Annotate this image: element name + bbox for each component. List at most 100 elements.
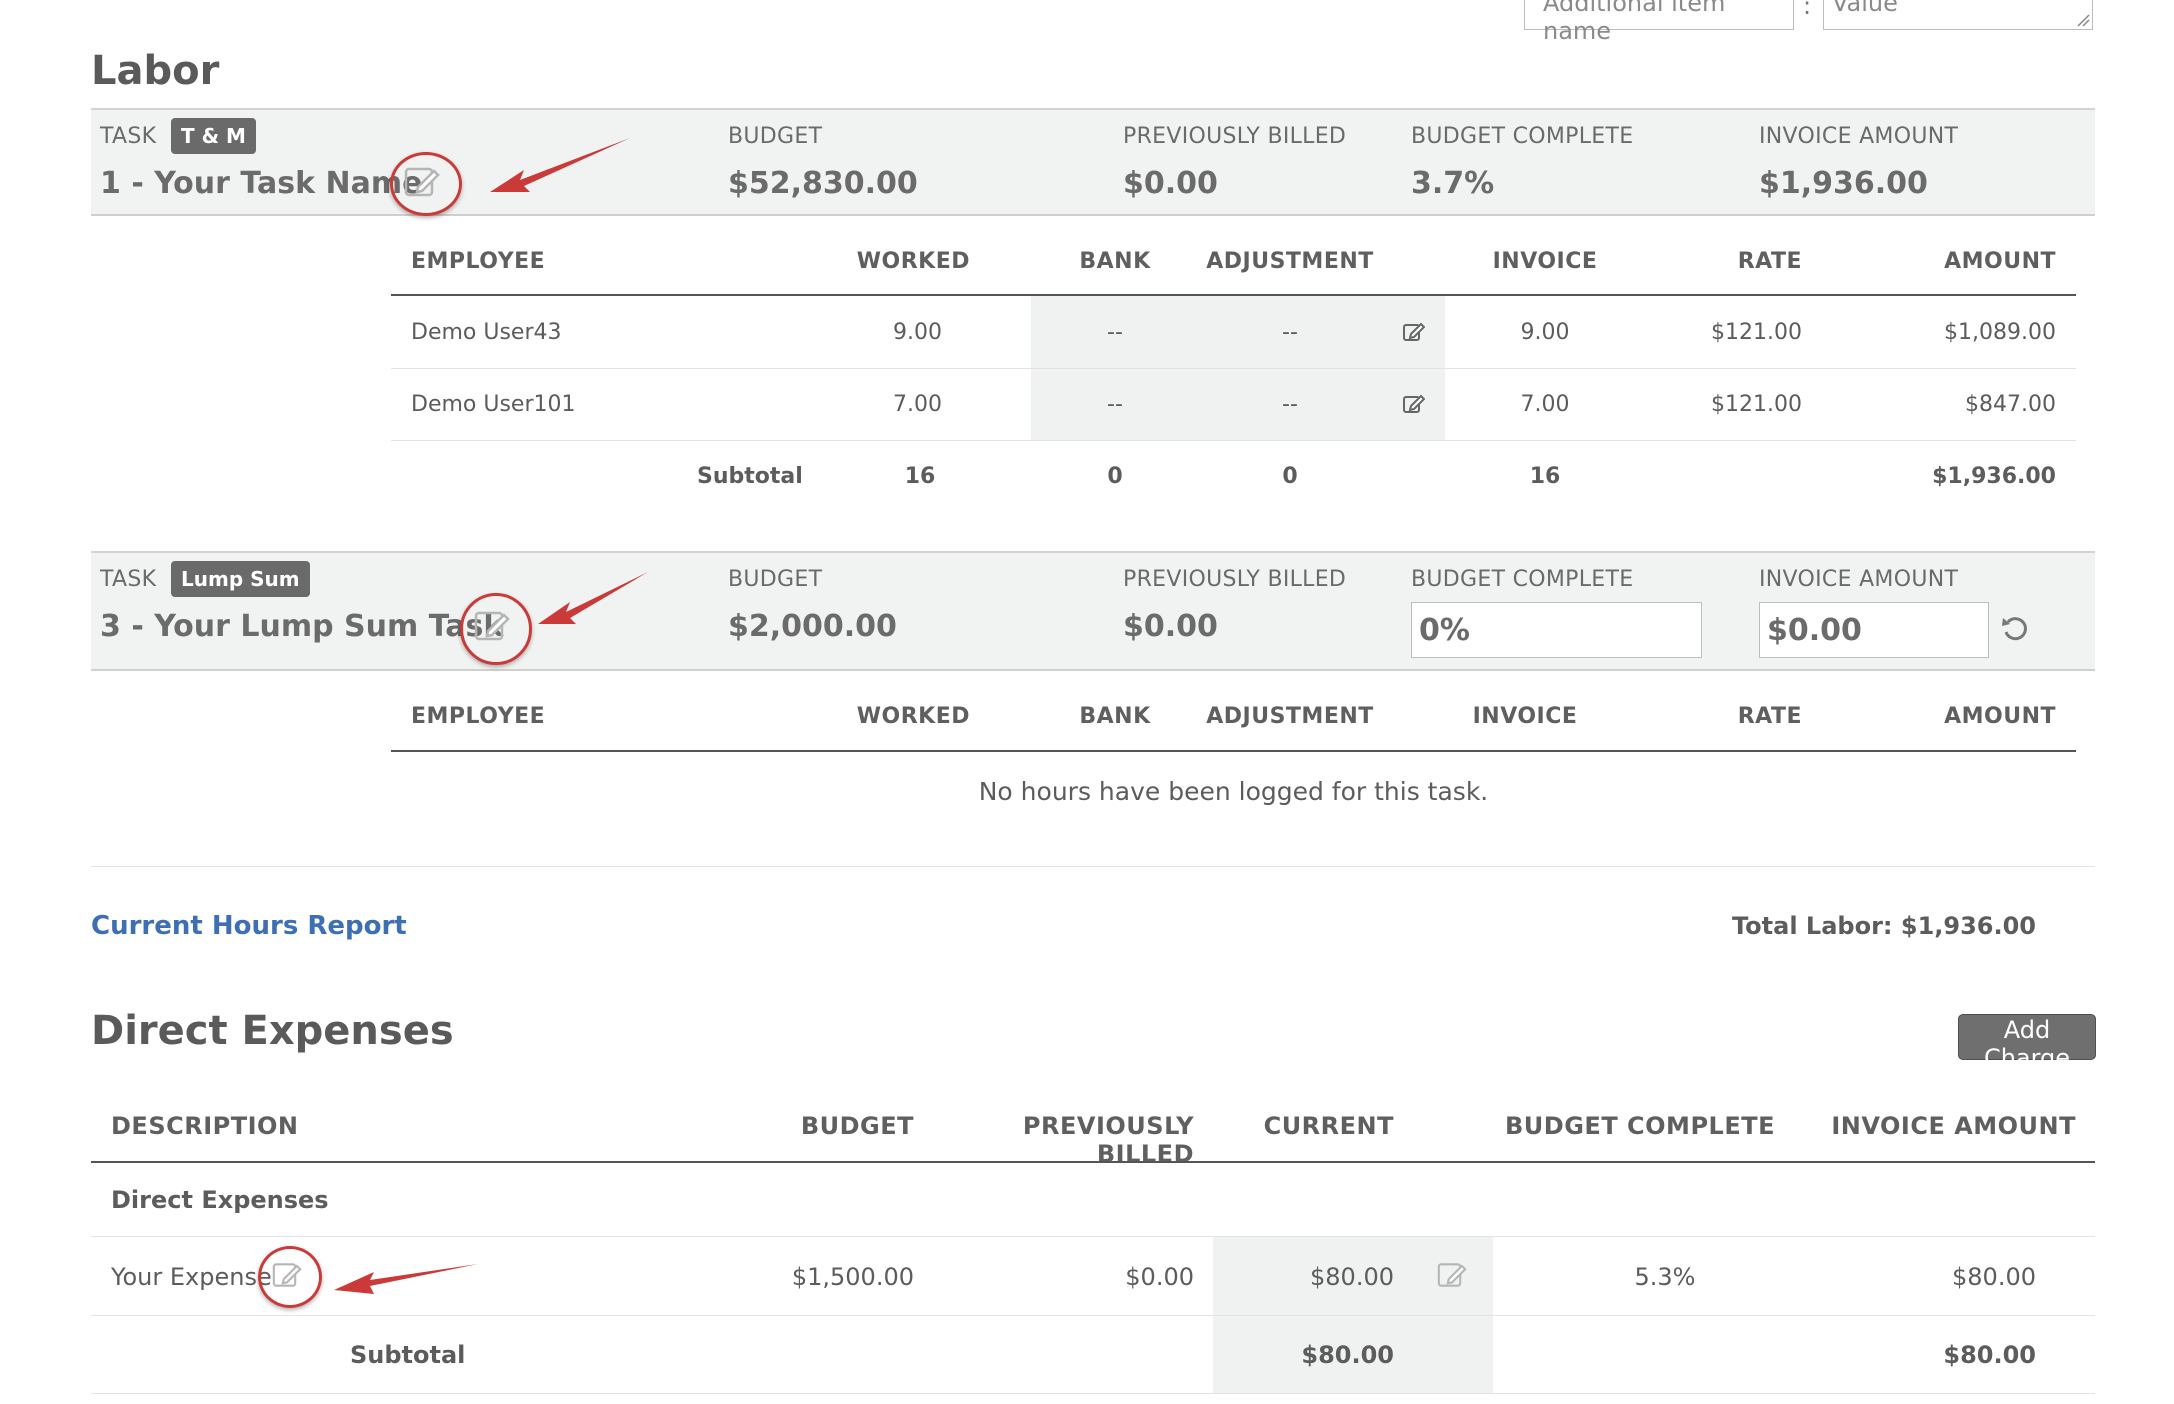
col-rate: RATE	[1737, 249, 1802, 274]
task-label: TASK	[100, 567, 157, 592]
subtotal-label: Subtotal	[697, 464, 803, 489]
previously-billed-label: PREVIOUSLY BILLED	[1123, 567, 1347, 592]
task-type-badge: T & M	[171, 118, 256, 154]
row-amount: $1,089.00	[1944, 320, 2056, 345]
additional-item-value-input[interactable]: Value	[1823, 0, 2093, 30]
expense-subtotal-label: Subtotal	[350, 1341, 466, 1369]
row-divider	[391, 368, 2076, 369]
row-adjustment: --	[1282, 392, 1298, 417]
expense-budget-complete: 5.3%	[1634, 1263, 1696, 1291]
previously-billed-label: PREVIOUSLY BILLED	[1123, 124, 1347, 149]
invoice-amount-value: $0.00	[1767, 613, 1862, 648]
row-rate: $121.00	[1711, 392, 1802, 417]
expense-previously-billed: $0.00	[1125, 1263, 1194, 1291]
row-rate: $121.00	[1711, 320, 1802, 345]
col-worked: WORKED	[856, 704, 970, 729]
col-invoice: INVOICE	[1492, 249, 1598, 274]
row-bank: --	[1107, 392, 1123, 417]
row-worked: 7.00	[893, 392, 942, 417]
col-description: DESCRIPTION	[111, 1112, 299, 1140]
row-divider	[391, 440, 2076, 441]
task-type-badge: Lump Sum	[171, 561, 310, 597]
row-employee: Demo User101	[411, 392, 576, 417]
red-arrow-annotation	[334, 1264, 478, 1294]
task-previously-billed: $0.00	[1123, 166, 1218, 201]
task-name: 1 - Your Task Name	[100, 166, 423, 201]
row-invoice: 7.00	[1520, 392, 1570, 417]
budget-complete-value: 0%	[1419, 613, 1470, 648]
edit-icon[interactable]	[1436, 1261, 1468, 1289]
expense-subtotal-invoice: $80.00	[1943, 1341, 2036, 1369]
invoice-amount-label: INVOICE AMOUNT	[1759, 124, 1959, 149]
row-bank: --	[1107, 320, 1123, 345]
row-adjustment: --	[1282, 320, 1298, 345]
col-invoice: INVOICE	[1472, 704, 1578, 729]
edit-icon[interactable]	[271, 1261, 303, 1289]
budget-complete-label: BUDGET COMPLETE	[1411, 567, 1634, 592]
subtotal-amount: $1,936.00	[1932, 464, 2056, 489]
col-bank: BANK	[1079, 249, 1151, 274]
expense-subtotal-current: $80.00	[1301, 1341, 1394, 1369]
add-charge-button[interactable]: Add Charge	[1958, 1014, 2096, 1072]
col-adjustment: ADJUSTMENT	[1206, 704, 1374, 729]
row-employee: Demo User43	[411, 320, 562, 345]
expense-budget: $1,500.00	[791, 1263, 914, 1291]
col-employee: EMPLOYEE	[411, 704, 546, 729]
col-budget-complete: BUDGET COMPLETE	[1505, 1112, 1775, 1140]
expense-current: $80.00	[1310, 1263, 1394, 1291]
row-worked: 9.00	[893, 320, 942, 345]
additional-item-name-input[interactable]: Additional item name	[1543, 0, 1793, 45]
value-placeholder: Value	[1832, 0, 1898, 17]
resize-handle-icon[interactable]	[2076, 13, 2090, 27]
task-name: 3 - Your Lump Sum Task	[100, 609, 504, 644]
col-bank: BANK	[1079, 704, 1151, 729]
task-invoice-amount: $1,936.00	[1759, 166, 1928, 201]
refresh-icon[interactable]	[2000, 614, 2030, 644]
red-arrow-annotation	[538, 572, 648, 624]
task-previously-billed: $0.00	[1123, 609, 1218, 644]
edit-icon[interactable]	[404, 165, 440, 199]
additional-item-name-input-wrap: Additional item name	[1524, 0, 1794, 45]
col-current: CURRENT	[1263, 1112, 1394, 1140]
table-header-rule	[91, 1161, 2095, 1163]
current-hours-report-link[interactable]: Current Hours Report	[91, 911, 407, 941]
col-budget: BUDGET	[800, 1112, 914, 1140]
budget-label: BUDGET	[728, 124, 823, 149]
item-separator: :	[1803, 0, 1812, 20]
edit-icon[interactable]	[474, 609, 510, 643]
row-divider	[91, 1393, 2095, 1394]
invoice-amount-label: INVOICE AMOUNT	[1759, 567, 1959, 592]
section-divider	[91, 866, 2095, 867]
budget-complete-input[interactable]: 0%	[1411, 602, 1702, 658]
row-divider	[91, 1236, 2095, 1237]
expense-invoice-amount: $80.00	[1952, 1263, 2036, 1291]
edit-icon[interactable]	[1403, 322, 1425, 342]
red-arrow-annotation	[490, 138, 630, 192]
budget-label: BUDGET	[728, 567, 823, 592]
subtotal-invoice: 16	[1529, 464, 1561, 489]
task-label: TASK	[100, 124, 157, 149]
empty-hours-message: No hours have been logged for this task.	[978, 777, 1489, 806]
row-divider	[91, 1315, 2095, 1316]
col-amount: AMOUNT	[1944, 704, 2056, 729]
invoice-amount-input[interactable]: $0.00	[1759, 602, 1989, 658]
edit-icon[interactable]	[1403, 394, 1425, 414]
subtotal-bank: 0	[1107, 464, 1123, 489]
subtotal-worked: 16	[904, 464, 936, 489]
row-amount: $847.00	[1965, 392, 2056, 417]
subtotal-adjustment: 0	[1282, 464, 1298, 489]
col-invoice-amount: INVOICE AMOUNT	[1831, 1112, 2076, 1140]
direct-expenses-heading: Direct Expenses	[91, 1008, 454, 1054]
col-employee: EMPLOYEE	[411, 249, 546, 274]
task-budget-complete: 3.7%	[1411, 166, 1495, 201]
total-labor: Total Labor: $1,936.00	[1732, 912, 2036, 940]
col-rate: RATE	[1737, 704, 1802, 729]
expense-group-label: Direct Expenses	[111, 1186, 329, 1214]
col-adjustment: ADJUSTMENT	[1206, 249, 1374, 274]
task-budget: $52,830.00	[728, 166, 918, 201]
col-worked: WORKED	[856, 249, 970, 274]
labor-heading: Labor	[91, 48, 220, 94]
table-header-rule	[391, 750, 2076, 752]
expense-description: Your Expense	[111, 1263, 272, 1291]
col-amount: AMOUNT	[1944, 249, 2056, 274]
